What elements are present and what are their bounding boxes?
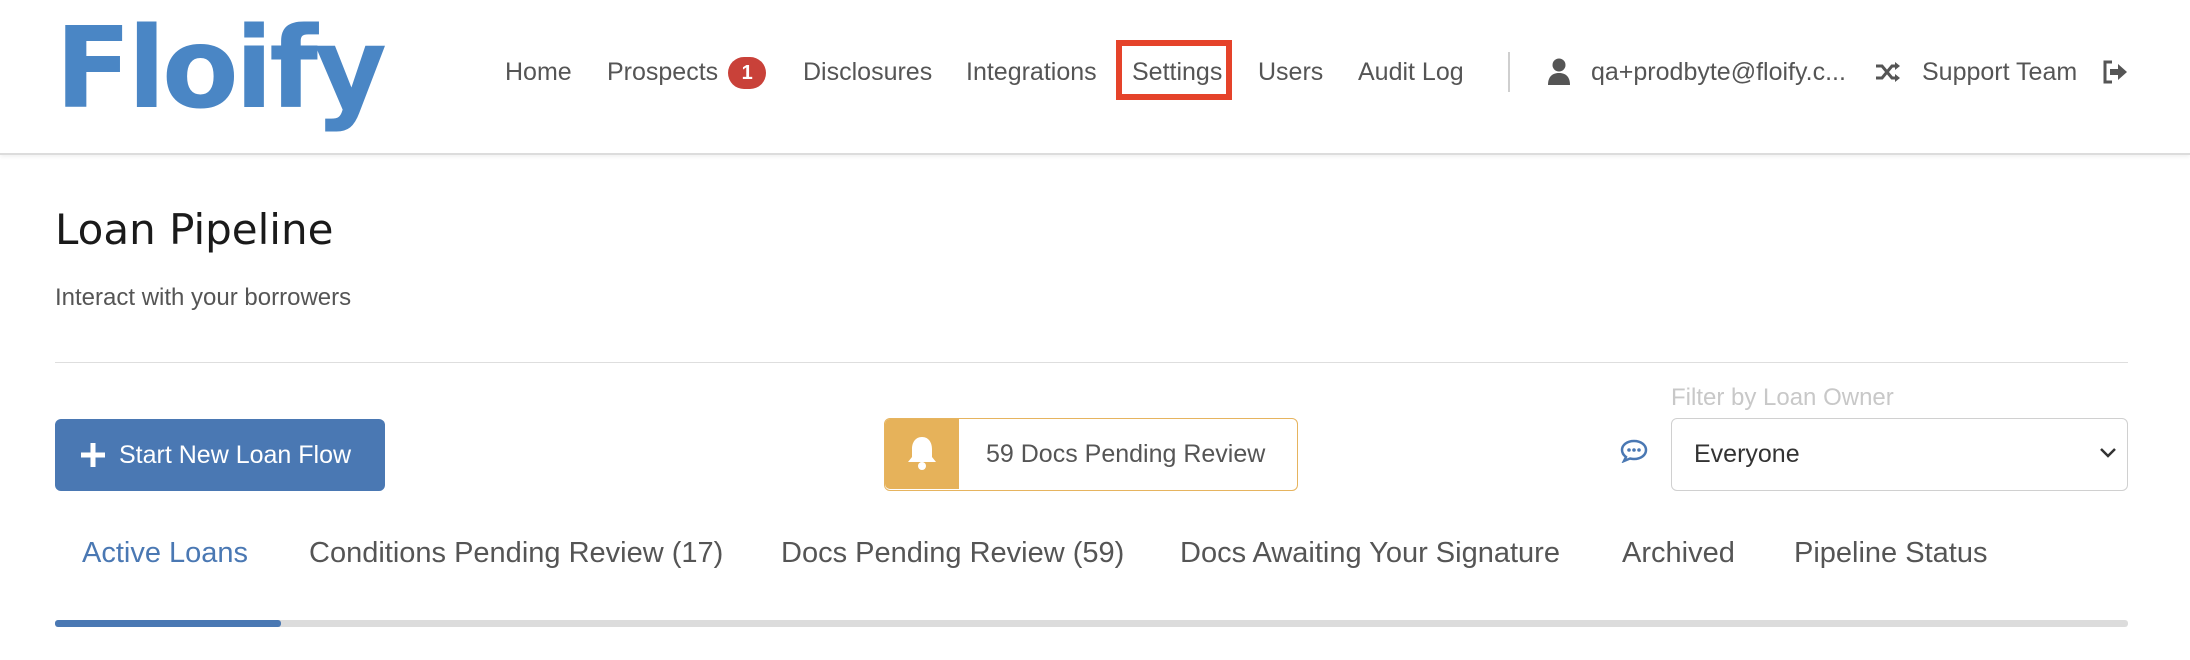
nav-user-email[interactable]: qa+prodbyte@floify.c... [1591,52,1846,92]
nav-integrations[interactable]: Integrations [966,52,1097,92]
floify-logo[interactable]: Floify [55,4,387,134]
docs-pending-review-text: 59 Docs Pending Review [986,440,1266,468]
tab-archived[interactable]: Archived [1622,537,1735,570]
chat-icon[interactable] [1620,439,1648,463]
loan-owner-select[interactable]: Everyone [1671,418,2128,491]
shuffle-icon[interactable] [1875,60,1901,84]
tab-docs-pending-review[interactable]: Docs Pending Review (59) [781,537,1124,570]
active-tab-indicator [55,620,281,627]
start-new-loan-flow-label: Start New Loan Flow [119,441,352,469]
section-divider [55,362,2128,363]
page-title: Loan Pipeline [55,205,334,254]
docs-pending-review-alert[interactable]: 59 Docs Pending Review [884,418,1298,491]
nav-divider [1508,52,1510,92]
nav-prospects-label: Prospects [607,58,719,86]
start-new-loan-flow-button[interactable]: Start New Loan Flow [55,419,385,491]
top-header: Floify Home Prospects 1 Disclosures Integ… [0,0,2190,155]
nav-audit-log[interactable]: Audit Log [1358,52,1464,92]
loan-owner-select-value: Everyone [1694,440,1800,468]
tab-track [55,620,2128,627]
tab-conditions-pending-review[interactable]: Conditions Pending Review (17) [309,537,723,570]
filter-by-loan-owner-label: Filter by Loan Owner [1671,384,1894,411]
nav-home[interactable]: Home [505,52,572,92]
nav-users[interactable]: Users [1258,52,1323,92]
sign-out-icon[interactable] [2102,60,2128,84]
nav-prospects[interactable]: Prospects 1 [607,52,767,92]
nav-settings[interactable]: Settings [1132,52,1222,92]
nav-support-team[interactable]: Support Team [1922,52,2077,92]
bell-icon [908,437,936,470]
page-subtitle: Interact with your borrowers [55,284,352,311]
plus-icon [81,443,105,467]
user-icon [1548,58,1570,85]
tab-docs-awaiting-signature[interactable]: Docs Awaiting Your Signature [1180,537,1560,570]
chevron-down-icon [2100,448,2116,458]
nav-disclosures[interactable]: Disclosures [803,52,932,92]
prospects-count-badge: 1 [728,57,767,90]
tab-active-loans[interactable]: Active Loans [82,537,248,570]
bell-icon-box [885,419,959,489]
tab-pipeline-status[interactable]: Pipeline Status [1794,537,1987,570]
